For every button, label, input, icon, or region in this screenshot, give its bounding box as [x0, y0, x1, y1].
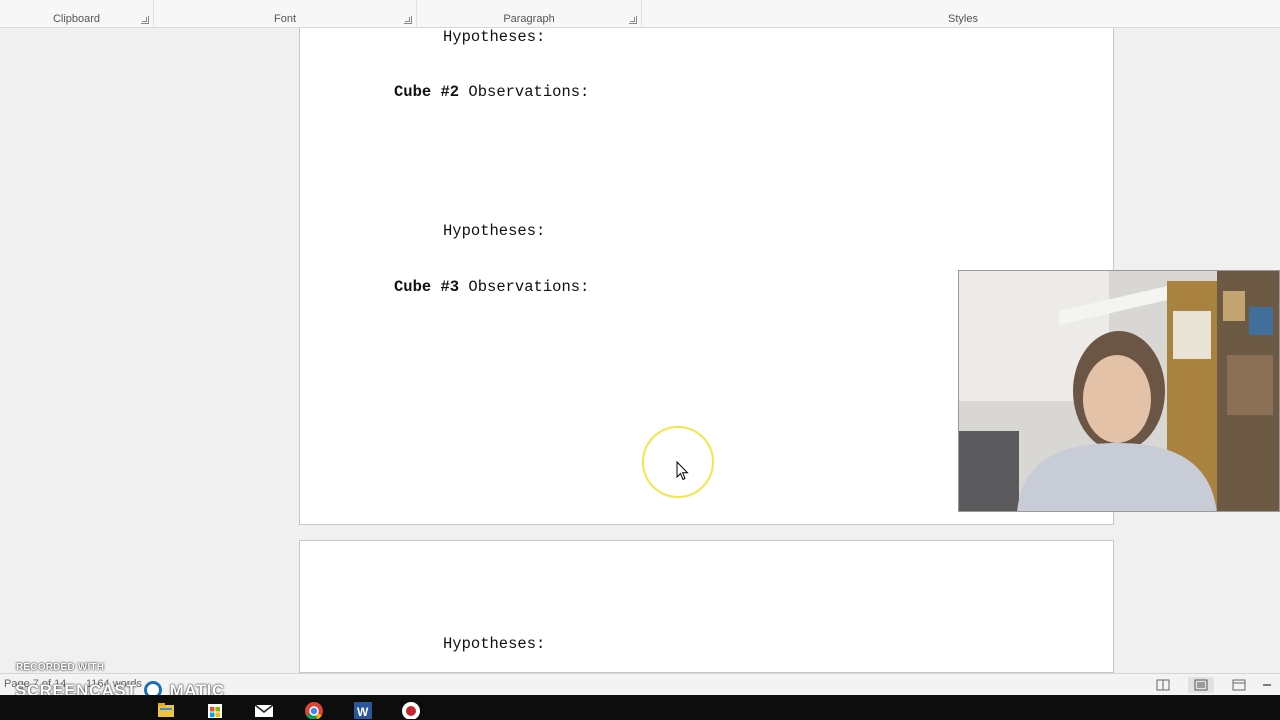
store-icon[interactable] — [204, 697, 226, 719]
clipboard-group: Clipboard — [0, 0, 154, 28]
chrome-icon[interactable] — [303, 697, 325, 720]
font-dialog-launcher-icon[interactable] — [404, 16, 412, 24]
observations-label: Observations: — [459, 83, 590, 101]
watermark-recorded-with: RECORDED WITH — [16, 662, 105, 673]
cube-2-observations-line[interactable]: Cube #2 Observations: — [394, 83, 589, 101]
styles-group-label: Styles — [948, 13, 978, 25]
screencast-record-icon[interactable] — [400, 697, 422, 720]
hypotheses-line-3[interactable]: Hypotheses: — [443, 635, 545, 653]
word-icon[interactable]: W — [352, 697, 374, 719]
styles-group: Styles — [646, 0, 1280, 28]
cube-3-label: Cube #3 — [394, 278, 460, 296]
font-group: Font — [154, 0, 417, 28]
mouse-pointer-icon — [676, 461, 689, 481]
svg-text:W: W — [357, 705, 369, 719]
windows-taskbar: W — [0, 695, 1280, 720]
font-group-label: Font — [273, 13, 296, 25]
hypotheses-line-2[interactable]: Hypotheses: — [443, 222, 545, 240]
file-explorer-icon[interactable] — [155, 697, 177, 719]
mail-icon[interactable] — [253, 697, 275, 719]
cube-2-label: Cube #2 — [394, 83, 460, 101]
clipboard-group-label: Clipboard — [52, 13, 101, 25]
observations-label: Observations: — [459, 278, 590, 296]
cube-3-observations-line[interactable]: Cube #3 Observations: — [394, 278, 589, 296]
clipboard-dialog-launcher-icon[interactable] — [141, 16, 149, 24]
ribbon-group-labels: Clipboard Font Paragraph Styles — [0, 0, 1280, 28]
print-layout-view-icon[interactable] — [1188, 677, 1214, 693]
zoom-out-icon[interactable] — [1258, 677, 1278, 693]
web-layout-view-icon[interactable] — [1226, 677, 1252, 693]
paragraph-group: Paragraph — [417, 0, 642, 28]
hypotheses-line-1[interactable]: Hypotheses: — [443, 28, 545, 46]
paragraph-dialog-launcher-icon[interactable] — [629, 16, 637, 24]
webcam-presenter-image — [959, 271, 1279, 511]
document-page-8[interactable]: Hypotheses: — [299, 540, 1114, 673]
read-mode-view-icon[interactable] — [1150, 677, 1176, 693]
paragraph-group-label: Paragraph — [503, 13, 555, 25]
webcam-overlay — [958, 270, 1280, 512]
